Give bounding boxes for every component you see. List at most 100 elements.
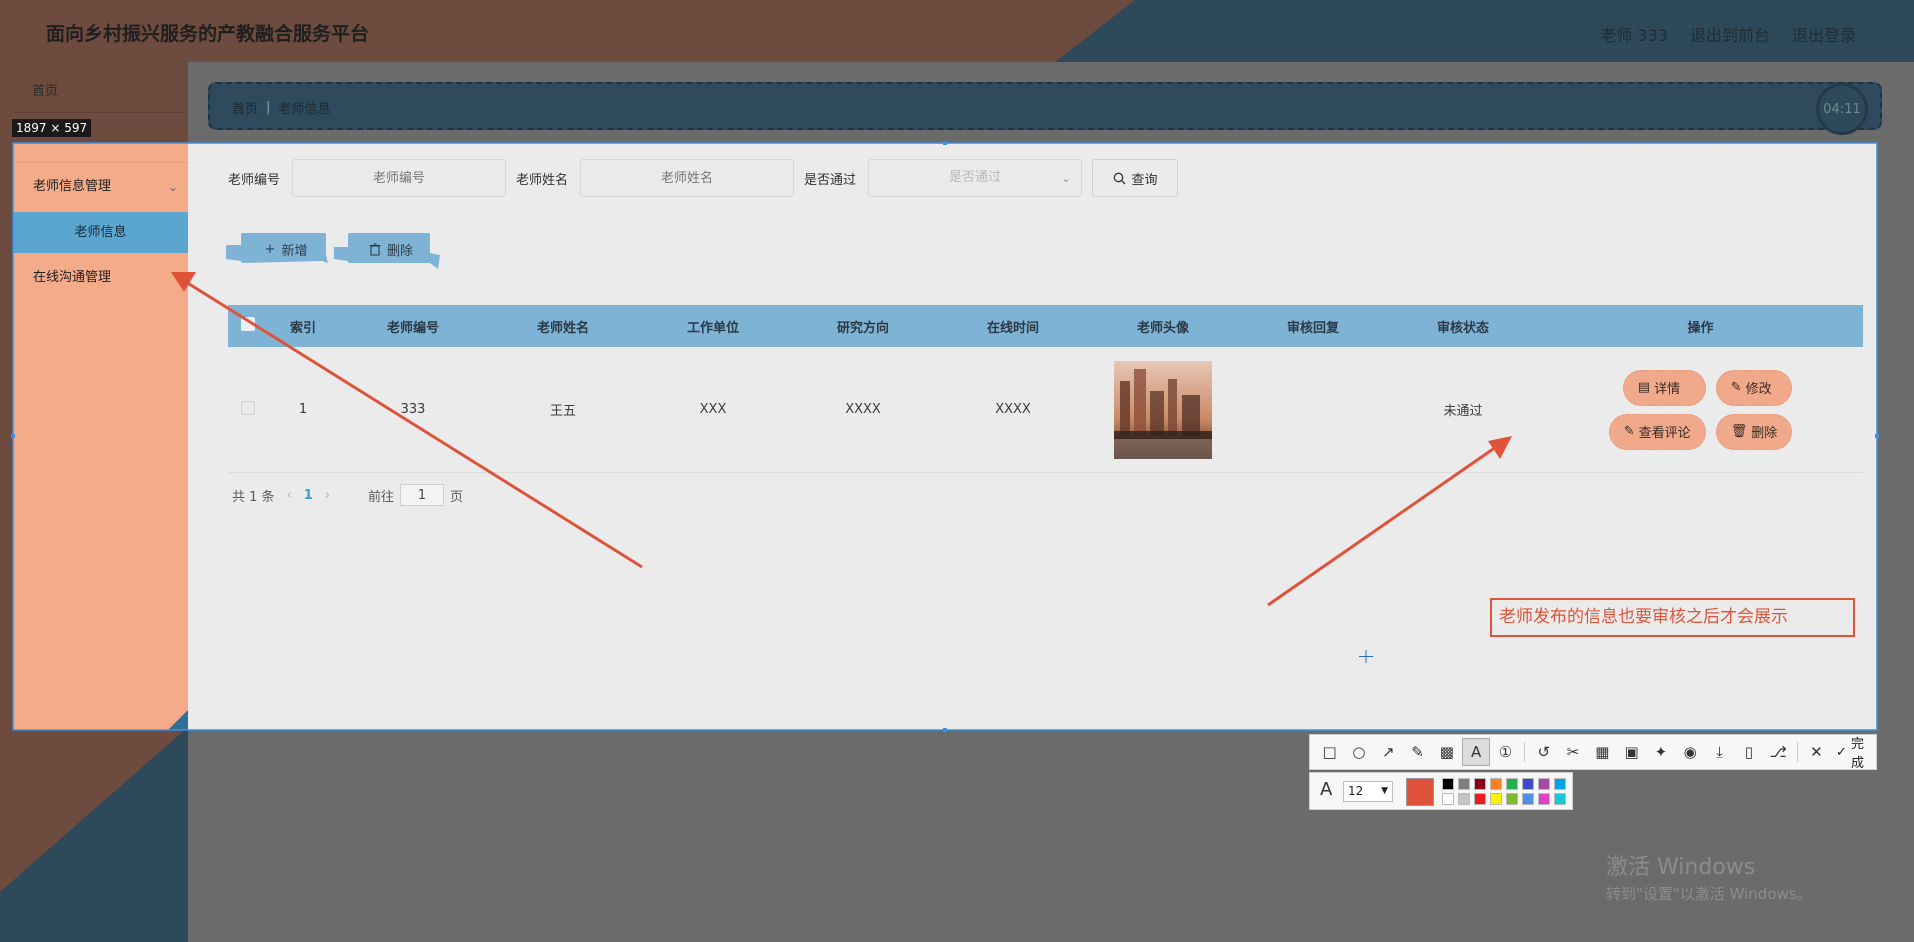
plus-icon: + <box>264 241 276 257</box>
teacher-avatar-image[interactable] <box>1114 360 1212 459</box>
query-button-label: 查询 <box>1131 172 1158 188</box>
bookmark-icon[interactable]: ⎇ <box>1764 738 1791 766</box>
color-swatch[interactable] <box>1554 778 1566 790</box>
logout-link[interactable]: 退出登录 <box>1792 22 1856 46</box>
color-swatch[interactable] <box>1442 793 1454 805</box>
delete-button[interactable]: 删除 <box>334 233 442 269</box>
ellipse-tool-icon[interactable]: ○ <box>1345 738 1372 766</box>
filter-bar: 老师编号 老师姓名 是否通过 是否通过 ⌄ 查询 <box>228 159 1179 197</box>
user-name-link[interactable]: 老师 333 <box>1600 22 1668 46</box>
sidebar-group-label: 老师信息管理 <box>33 179 112 194</box>
column-header: 工作单位 <box>686 320 739 336</box>
row-checkbox[interactable] <box>241 400 255 415</box>
detail-button[interactable]: ▤ 详情 <box>1622 369 1706 406</box>
breadcrumb-bar: 首页 | 老师信息 04:11 <box>208 82 1882 135</box>
color-palette <box>1442 778 1566 805</box>
row-delete-button[interactable]: 🗑 删除 <box>1715 413 1793 450</box>
column-header: 老师姓名 <box>536 320 589 336</box>
teacher-no-input[interactable] <box>292 159 507 197</box>
column-header: 操作 <box>1687 320 1714 336</box>
download-icon[interactable]: ⤓ <box>1706 738 1733 766</box>
current-color-swatch[interactable] <box>1406 778 1434 806</box>
color-swatch[interactable] <box>1538 793 1550 805</box>
teacher-name-input[interactable] <box>580 159 795 197</box>
phone-icon[interactable]: ▯ <box>1735 738 1762 766</box>
sidebar-item-home[interactable]: 首页 <box>32 80 58 99</box>
mosaic-tool-icon[interactable]: ▩ <box>1433 738 1460 766</box>
breadcrumb-current: 老师信息 <box>278 102 331 117</box>
trash-icon <box>369 242 381 256</box>
color-swatch[interactable] <box>1442 778 1454 790</box>
scroll-capture-icon[interactable]: ▣ <box>1618 738 1645 766</box>
edit-icon: ✎ <box>1623 424 1635 439</box>
ocr-icon[interactable]: ▦ <box>1589 738 1616 766</box>
goto-label: 前往 <box>368 489 395 505</box>
breadcrumb-home[interactable]: 首页 <box>232 98 258 117</box>
color-swatch[interactable] <box>1538 778 1550 790</box>
add-button[interactable]: + 新增 <box>226 233 328 265</box>
edit-button-label: 修改 <box>1745 382 1772 397</box>
color-swatch[interactable] <box>1522 778 1534 790</box>
pen-tool-icon[interactable]: ✎ <box>1404 738 1431 766</box>
number-marker-tool-icon[interactable]: ① <box>1492 738 1519 766</box>
rectangle-tool-icon[interactable]: □ <box>1316 738 1343 766</box>
text-tool-icon[interactable]: A <box>1462 738 1490 766</box>
font-icon: A <box>1320 779 1333 800</box>
arrow-tool-icon[interactable]: ↗ <box>1375 738 1402 766</box>
text-style-toolbar: A 12 ▼ <box>1309 772 1573 810</box>
add-button-label: 新增 <box>281 243 308 259</box>
done-button-label: 完成 <box>1850 737 1864 771</box>
select-all-checkbox[interactable] <box>241 317 255 331</box>
breadcrumb-separator: | <box>266 100 271 115</box>
undo-icon[interactable]: ↺ <box>1530 738 1557 766</box>
font-size-value: 12 <box>1348 784 1364 798</box>
sidebar-corner-decoration <box>168 710 188 730</box>
edit-button[interactable]: ✎ 修改 <box>1715 369 1793 406</box>
page-number[interactable]: 1 <box>304 488 313 503</box>
screenshot-toolbar: □ ○ ↗ ✎ ▩ A ① ↺ ✂ ▦ ▣ ✦ ◉ ⤓ ▯ ⎇ ✕ ✓ 完成 <box>1309 733 1877 771</box>
color-swatch[interactable] <box>1506 793 1518 805</box>
close-icon[interactable]: ✕ <box>1803 738 1830 766</box>
windows-activation-watermark: 激活 Windows 转到"设置"以激活 Windows。 <box>1606 849 1812 904</box>
color-swatch[interactable] <box>1458 778 1470 790</box>
annotation-text-box[interactable]: 老师发布的信息也要审核之后才会展示 <box>1490 598 1855 637</box>
sidebar-item-online-chat[interactable]: 在线沟通管理 <box>13 258 188 298</box>
passed-select[interactable]: 是否通过 ⌄ <box>868 159 1083 197</box>
cell-teacher-name: 王五 <box>549 404 576 419</box>
color-swatch[interactable] <box>1522 793 1534 805</box>
sidebar-item-teacher-info[interactable]: 老师信息 <box>13 212 188 253</box>
watermark-line-1: 激活 Windows <box>1606 855 1756 880</box>
search-icon <box>1113 172 1125 184</box>
color-swatch[interactable] <box>1490 778 1502 790</box>
color-swatch[interactable] <box>1506 778 1518 790</box>
row-operations: ▤ 详情 ✎ 修改 ✎ 查看评论 🗑 删除 <box>1538 369 1863 450</box>
color-swatch[interactable] <box>1474 778 1486 790</box>
chevron-down-icon: ⌄ <box>1060 171 1072 185</box>
capture-region[interactable]: 老师信息管理 ⌄ 老师信息 在线沟通管理 老师编号 老师姓名 是否通过 是否通过… <box>13 143 1877 730</box>
done-button[interactable]: ✓ 完成 <box>1836 733 1876 771</box>
record-icon[interactable]: ◉ <box>1677 738 1704 766</box>
scissors-icon[interactable]: ✂ <box>1559 738 1586 766</box>
view-comments-button[interactable]: ✎ 查看评论 <box>1608 413 1706 450</box>
back-to-front-link[interactable]: 退出到前台 <box>1690 22 1770 46</box>
row-delete-label: 删除 <box>1751 426 1778 441</box>
cell-research: XXXX <box>845 402 881 417</box>
cell-teacher-no: 333 <box>400 402 426 417</box>
app-title: 面向乡村振兴服务的产教融合服务平台 <box>46 23 370 45</box>
pin-icon[interactable]: ✦ <box>1647 738 1674 766</box>
color-swatch[interactable] <box>1490 793 1502 805</box>
goto-page-input[interactable] <box>400 484 445 506</box>
chevron-left-icon[interactable]: ‹ <box>287 488 292 503</box>
color-swatch[interactable] <box>1458 793 1470 805</box>
query-button[interactable]: 查询 <box>1092 159 1179 197</box>
column-header: 审核状态 <box>1436 320 1489 336</box>
color-swatch[interactable] <box>1474 793 1486 805</box>
breadcrumb: 首页 | 老师信息 <box>232 98 330 117</box>
chevron-right-icon[interactable]: › <box>325 488 330 503</box>
color-swatch[interactable] <box>1554 793 1566 805</box>
column-header: 研究方向 <box>836 320 889 336</box>
column-header: 索引 <box>289 320 316 336</box>
sidebar-item-teacher-info-management[interactable]: 老师信息管理 ⌄ <box>13 167 188 207</box>
font-size-select[interactable]: 12 ▼ <box>1343 781 1393 802</box>
document-icon: ▤ <box>1637 380 1651 395</box>
